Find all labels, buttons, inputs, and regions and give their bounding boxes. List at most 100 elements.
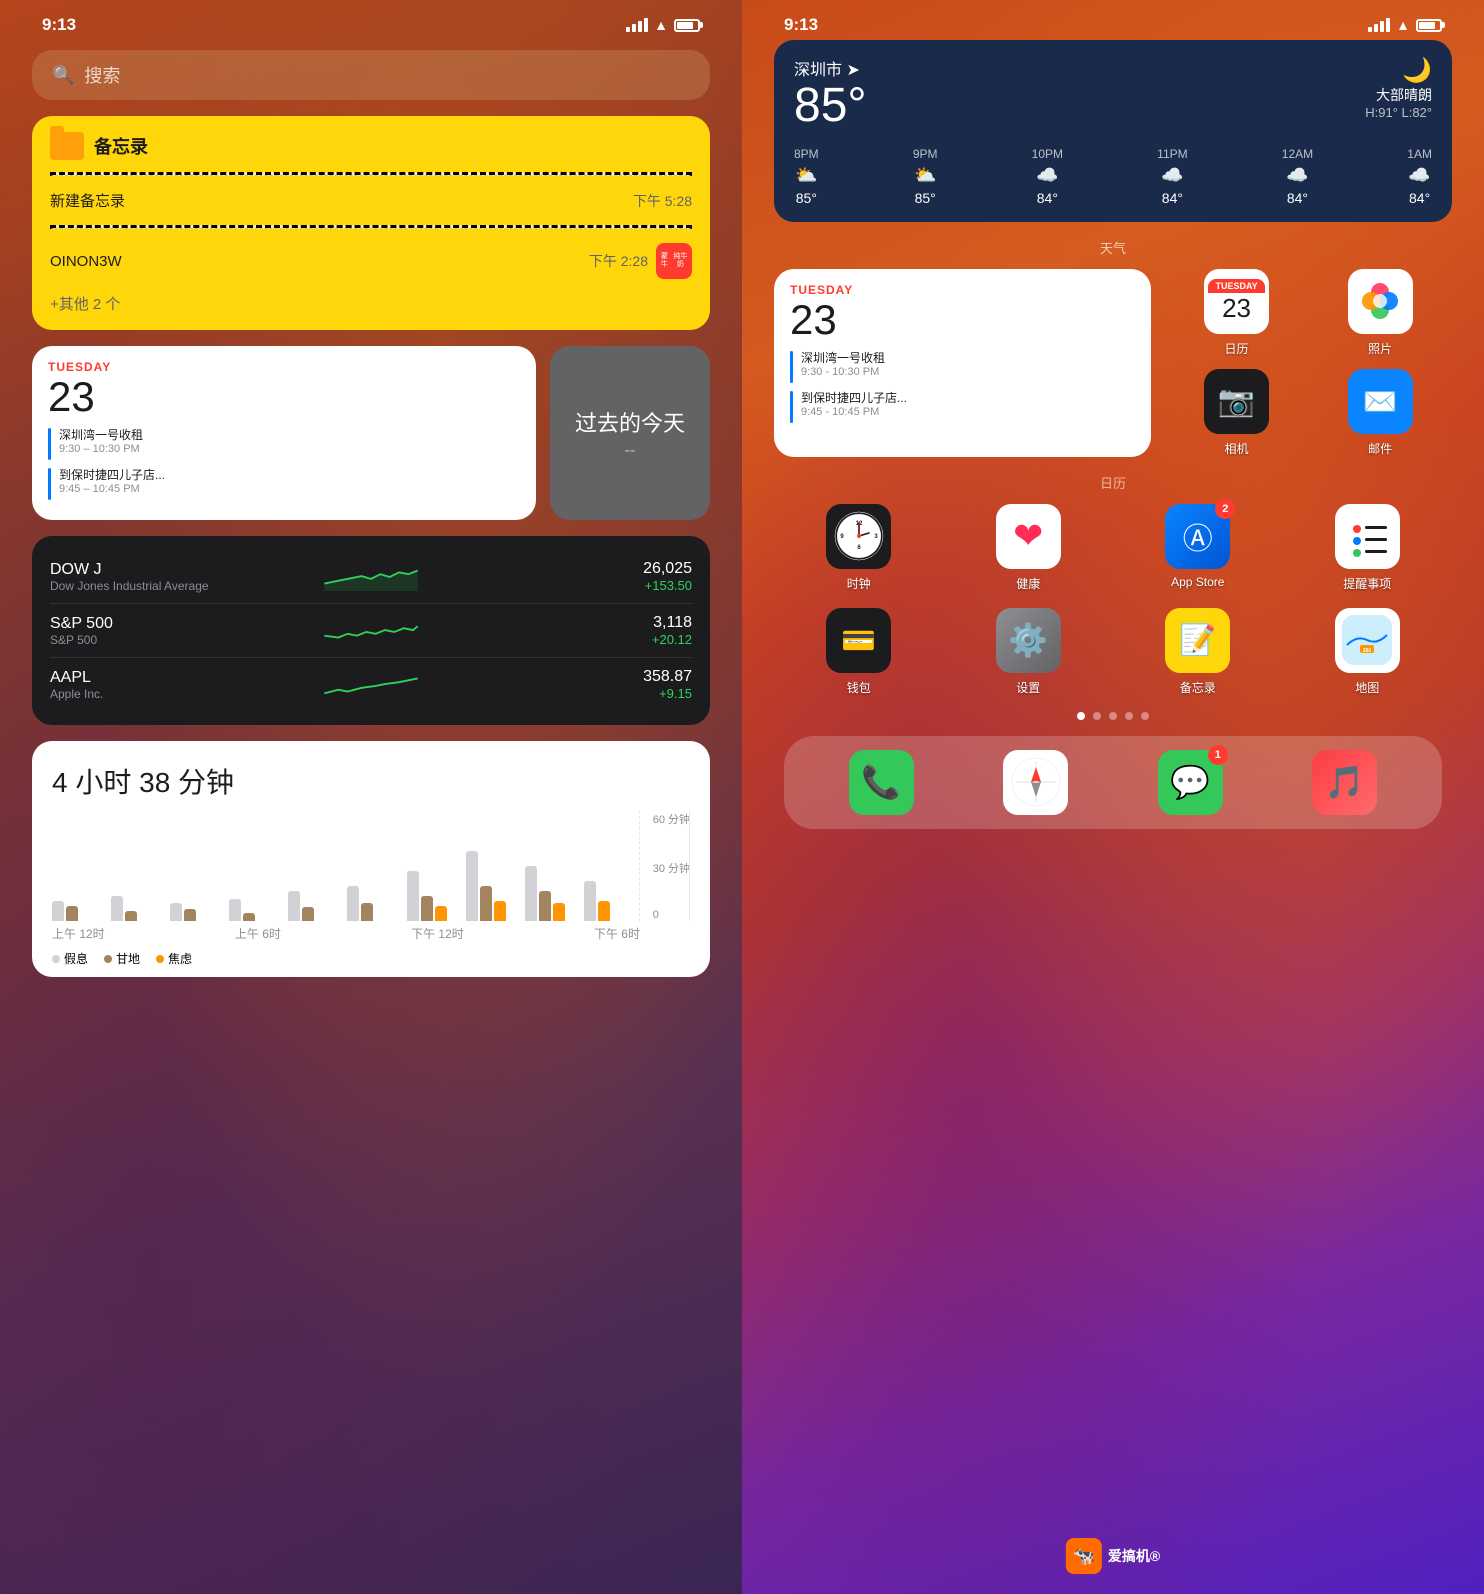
maps-app-icon[interactable]: 280 xyxy=(1335,608,1400,673)
page-dot-1[interactable] xyxy=(1077,712,1085,720)
stock-dow-right: 26,025 +153.50 xyxy=(478,560,692,593)
mixed-row: TUESDAY 23 深圳湾一号收租 9:30 - 10:30 PM 到保时捷四… xyxy=(774,269,1452,457)
notes-widget[interactable]: 备忘录 新建备忘录 下午 5:28 OINON3W 下午 2:28 蒙牛纯牛奶 … xyxy=(32,116,710,330)
legend-3: 焦虑 xyxy=(168,952,192,966)
cal-right-event-1-time: 9:30 - 10:30 PM xyxy=(801,366,885,378)
cal-right-bar-2 xyxy=(790,391,793,423)
messages-app-icon[interactable]: 💬 1 xyxy=(1158,750,1223,815)
stocks-widget[interactable]: DOW J Dow Jones Industrial Average 26,02… xyxy=(32,536,710,725)
stock-aapl-change: +9.15 xyxy=(478,686,692,701)
chart-x-2: 上午 6时 xyxy=(235,925,281,942)
calendar-widget-right[interactable]: TUESDAY 23 深圳湾一号收租 9:30 - 10:30 PM 到保时捷四… xyxy=(774,269,1151,457)
chart-group-9 xyxy=(525,866,581,921)
screentime-legend: 假息 甘地 焦虑 xyxy=(52,950,690,967)
legend-2: 甘地 xyxy=(116,952,140,966)
time-right: 9:13 xyxy=(784,15,818,35)
calendar-widget-left[interactable]: TUESDAY 23 深圳湾一号收租 9:30 – 10:30 PM 到保时捷四… xyxy=(32,346,536,520)
safari-app-icon[interactable] xyxy=(1003,750,1068,815)
dock-safari[interactable] xyxy=(996,750,1076,815)
app-camera[interactable]: 📷 相机 xyxy=(1197,369,1277,457)
mail-app-icon[interactable]: ✉️ xyxy=(1348,369,1413,434)
phone-app-icon[interactable]: 📞 xyxy=(849,750,914,815)
stock-aapl-chart xyxy=(264,670,478,700)
chart-group-10 xyxy=(584,881,640,921)
stock-aapl-info: AAPL Apple Inc. xyxy=(50,669,264,701)
messages-badge: 1 xyxy=(1208,745,1228,765)
past-today-widget[interactable]: 过去的今天 -- xyxy=(550,346,710,520)
app-notes[interactable]: 📝 备忘录 xyxy=(1158,608,1238,696)
app-settings[interactable]: ⚙️ 设置 xyxy=(988,608,1068,696)
notes-item-2[interactable]: OINON3W 下午 2:28 蒙牛纯牛奶 xyxy=(50,237,692,285)
appstore-app-icon[interactable]: Ⓐ 2 xyxy=(1165,504,1230,569)
calendar-app-icon[interactable]: TUESDAY 23 xyxy=(1204,269,1269,334)
app-calendar[interactable]: TUESDAY 23 日历 xyxy=(1197,269,1277,357)
cal-event-2-time: 9:45 – 10:45 PM xyxy=(59,483,165,495)
signal-icon xyxy=(626,18,648,32)
weather-city: 深圳市 ➤ xyxy=(794,56,867,80)
stock-aapl-name: AAPL xyxy=(50,669,264,687)
page-dot-3[interactable] xyxy=(1109,712,1117,720)
clock-app-icon[interactable]: 12 6 9 3 xyxy=(826,504,891,569)
app-row-2: 12 6 9 3 时钟 ❤ 健康 xyxy=(774,504,1452,592)
app-row-3: 💳 钱包 ⚙️ 设置 📝 备忘录 xyxy=(774,608,1452,696)
stock-aapl-fullname: Apple Inc. xyxy=(50,687,264,701)
chart-group-1 xyxy=(52,901,108,921)
chart-x-3: 下午 12时 xyxy=(411,925,464,942)
reminders-app-icon[interactable] xyxy=(1335,504,1400,569)
app-reminders[interactable]: 提醒事项 xyxy=(1327,504,1407,592)
stock-dow-name: DOW J xyxy=(50,561,264,579)
app-clock[interactable]: 12 6 9 3 时钟 xyxy=(819,504,899,592)
page-dots xyxy=(774,712,1452,720)
weather-hour-2: 9PM ⛅ 85° xyxy=(913,147,938,206)
app-photos[interactable]: 照片 xyxy=(1340,269,1420,357)
notes-header: 备忘录 xyxy=(50,132,692,160)
app-maps[interactable]: 280 地图 xyxy=(1327,608,1407,696)
screentime-widget[interactable]: 4 小时 38 分钟 xyxy=(32,741,710,977)
stock-row-aapl[interactable]: AAPL Apple Inc. 358.87 +9.15 xyxy=(50,658,692,711)
notes-label: 备忘录 xyxy=(1180,679,1216,696)
notes-more: +其他 2 个 xyxy=(50,293,692,314)
app-appstore[interactable]: Ⓐ 2 App Store xyxy=(1158,504,1238,592)
chart-group-5 xyxy=(288,891,344,921)
stock-row-sp[interactable]: S&P 500 S&P 500 3,118 +20.12 xyxy=(50,604,692,658)
dock-music[interactable]: 🎵 xyxy=(1305,750,1385,815)
dock-messages[interactable]: 💬 1 xyxy=(1150,750,1230,815)
notes-item-1-time: 下午 5:28 xyxy=(633,191,692,211)
wallet-app-icon[interactable]: 💳 xyxy=(826,608,891,673)
right-panel: 9:13 ▲ 深圳市 ➤ xyxy=(742,0,1484,1594)
page-dot-4[interactable] xyxy=(1125,712,1133,720)
camera-app-icon[interactable]: 📷 xyxy=(1204,369,1269,434)
music-app-icon[interactable]: 🎵 xyxy=(1312,750,1377,815)
cal-right-event-2-time: 9:45 - 10:45 PM xyxy=(801,406,907,418)
notes-item-1[interactable]: 新建备忘录 下午 5:28 xyxy=(50,184,692,217)
health-app-icon[interactable]: ❤ xyxy=(996,504,1061,569)
page-dot-5[interactable] xyxy=(1141,712,1149,720)
watermark-text: 爱搞机® xyxy=(1108,1546,1160,1566)
battery-icon xyxy=(674,19,700,32)
wifi-icon: ▲ xyxy=(654,17,668,33)
page-dot-2[interactable] xyxy=(1093,712,1101,720)
cal-right-bar-1 xyxy=(790,351,793,383)
app-wallet[interactable]: 💳 钱包 xyxy=(819,608,899,696)
dock-phone[interactable]: 📞 xyxy=(841,750,921,815)
chart-x-1: 上午 12时 xyxy=(52,925,105,942)
photos-app-icon[interactable] xyxy=(1348,269,1413,334)
cal-right-event-2: 到保时捷四儿子店... 9:45 - 10:45 PM xyxy=(790,389,1135,423)
cal-right-day: TUESDAY xyxy=(790,283,1135,297)
chart-y-top: 60 分钟 xyxy=(653,811,690,827)
mail-label: 邮件 xyxy=(1368,440,1392,457)
settings-app-icon[interactable]: ⚙️ xyxy=(996,608,1061,673)
app-health[interactable]: ❤ 健康 xyxy=(988,504,1068,592)
cal-right-event-1-title: 深圳湾一号收租 xyxy=(801,349,885,366)
weather-top: 深圳市 ➤ 85° 🌙 大部晴朗 H:91° L:82° xyxy=(794,56,1432,133)
search-bar[interactable]: 🔍 搜索 xyxy=(32,50,710,100)
weather-widget[interactable]: 深圳市 ➤ 85° 🌙 大部晴朗 H:91° L:82° 8PM ⛅ 85° 9 xyxy=(774,40,1452,222)
stock-sp-change: +20.12 xyxy=(478,632,692,647)
stock-sp-right: 3,118 +20.12 xyxy=(478,614,692,647)
chart-group-6 xyxy=(347,886,403,921)
cal-right-event-2-title: 到保时捷四儿子店... xyxy=(801,389,907,406)
calendar-label: 日历 xyxy=(1225,340,1249,357)
notes-app-icon[interactable]: 📝 xyxy=(1165,608,1230,673)
stock-row-dow[interactable]: DOW J Dow Jones Industrial Average 26,02… xyxy=(50,550,692,604)
app-mail[interactable]: ✉️ 邮件 xyxy=(1340,369,1420,457)
